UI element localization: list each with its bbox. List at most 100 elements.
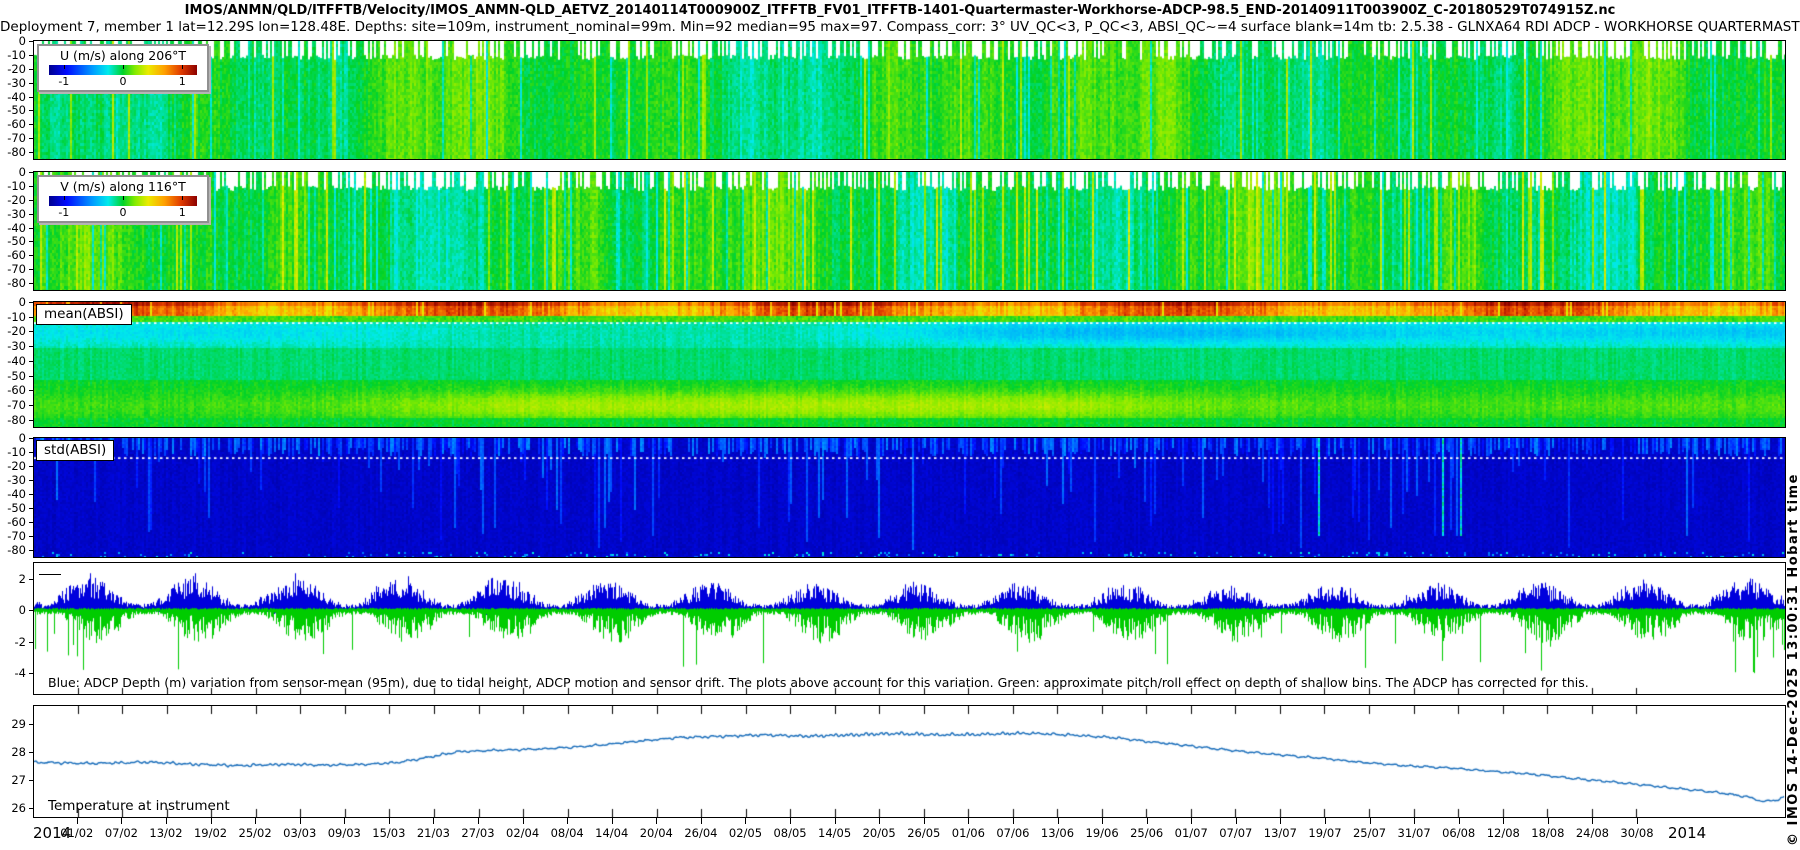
y-tick-mark [29, 438, 33, 439]
y-tick-mark [29, 390, 33, 391]
adcp-figure: IMOS/ANMN/QLD/ITFFTB/Velocity/IMOS_ANMN-… [0, 0, 1800, 850]
y-tick-mark [29, 480, 33, 481]
colorbar-tick-label: 1 [179, 206, 186, 219]
y-tick-label: -50 [0, 236, 26, 248]
x-tick-mark [656, 818, 657, 824]
mean-absi-heatmap-canvas [34, 302, 1785, 427]
temperature-canvas [34, 706, 1785, 817]
colorbar-tick-label: 0 [120, 206, 127, 219]
y-tick-mark [29, 241, 33, 242]
x-tick-mark [879, 818, 880, 824]
x-tick-mark [1058, 818, 1059, 824]
y-tick-label: -30 [0, 78, 26, 90]
v-velocity-heatmap-canvas [34, 172, 1785, 290]
x-tick-mark [1592, 818, 1593, 824]
y-tick-label: -60 [0, 385, 26, 397]
std-absi-heatmap-canvas [34, 438, 1785, 557]
y-tick-mark [29, 124, 33, 125]
watermark-prefix: © IMOS [1786, 781, 1800, 846]
y-tick-label: -80 [0, 147, 26, 159]
y-tick-mark [29, 610, 33, 611]
y-tick-label: 0 [0, 297, 26, 309]
u-velocity-legend: U (m/s) along 206°T -1 0 1 [37, 44, 209, 92]
y-tick-label: -60 [0, 250, 26, 262]
x-tick-mark [344, 818, 345, 824]
y-tick-mark [29, 522, 33, 523]
y-tick-label: -40 [0, 356, 26, 368]
y-tick-label: -70 [0, 264, 26, 276]
y-tick-mark [29, 152, 33, 153]
x-axis-year-right: 2014 [1668, 824, 1706, 842]
colorbar-tick-label: -1 [58, 75, 69, 88]
colorbar-tick-label: -1 [58, 206, 69, 219]
panel-mean-absi: mean(ABSI) [33, 301, 1786, 428]
y-tick-mark [29, 752, 33, 753]
x-tick-mark [166, 818, 167, 824]
x-tick-mark [1280, 818, 1281, 824]
y-tick-mark [29, 55, 33, 56]
y-tick-label: -50 [0, 503, 26, 515]
y-tick-label: -40 [0, 489, 26, 501]
y-tick-mark [29, 642, 33, 643]
y-tick-label: -50 [0, 371, 26, 383]
mean-absi-label: mean(ABSI) [36, 304, 132, 325]
colorbar-tick-label: 0 [120, 75, 127, 88]
y-tick-label: 28 [0, 747, 26, 759]
y-tick-label: 29 [0, 719, 26, 731]
y-tick-label: -20 [0, 64, 26, 76]
x-tick-mark [478, 818, 479, 824]
y-tick-label: -80 [0, 545, 26, 557]
y-tick-mark [29, 579, 33, 580]
x-tick-mark [745, 818, 746, 824]
panel-depth-variation: Blue: ADCP Depth (m) variation from sens… [33, 562, 1786, 695]
y-tick-mark [29, 228, 33, 229]
v-legend-title: V (m/s) along 116°T [39, 179, 207, 195]
x-tick-mark [790, 818, 791, 824]
x-tick-mark [433, 818, 434, 824]
x-tick-mark [968, 818, 969, 824]
y-tick-label: 2 [0, 574, 26, 586]
y-tick-mark [29, 302, 33, 303]
colorbar-tick [123, 196, 124, 200]
imos-watermark: © IMOS 14-Dec-2025 13:00:31 Hobart time [1786, 473, 1800, 846]
y-tick-label: -60 [0, 517, 26, 529]
y-tick-mark [29, 97, 33, 98]
y-tick-mark [29, 255, 33, 256]
y-tick-label: -20 [0, 195, 26, 207]
x-tick-mark [1236, 818, 1237, 824]
x-tick-mark [255, 818, 256, 824]
y-tick-mark [29, 466, 33, 467]
y-tick-label: 0 [0, 36, 26, 48]
y-tick-label: -70 [0, 531, 26, 543]
panel-temperature: Temperature at instrument [33, 705, 1786, 818]
y-tick-label: -20 [0, 461, 26, 473]
depth-variation-caption: Blue: ADCP Depth (m) variation from sens… [48, 675, 1589, 690]
u-colorbar [49, 65, 197, 75]
x-tick-mark [1147, 818, 1148, 824]
x-tick-mark [1414, 818, 1415, 824]
figure-title: IMOS/ANMN/QLD/ITFFTB/Velocity/IMOS_ANMN-… [0, 3, 1800, 18]
y-tick-mark [29, 346, 33, 347]
watermark-datetime: 14-Dec-2025 13:00:31 Hobart time [1786, 473, 1800, 781]
colorbar-tick [64, 65, 65, 69]
y-tick-mark [29, 452, 33, 453]
u-velocity-heatmap-canvas [34, 41, 1785, 159]
x-tick-mark [300, 818, 301, 824]
y-tick-label: -30 [0, 209, 26, 221]
x-tick-mark [835, 818, 836, 824]
y-tick-mark [29, 41, 33, 42]
colorbar-tick [123, 65, 124, 69]
y-tick-mark [29, 317, 33, 318]
y-tick-mark [29, 83, 33, 84]
panel-u-velocity: U (m/s) along 206°T -1 0 1 [33, 40, 1786, 160]
y-tick-label: 0 [0, 433, 26, 445]
y-tick-mark [29, 214, 33, 215]
v-colorbar [49, 196, 197, 206]
y-tick-mark [29, 361, 33, 362]
y-tick-mark [29, 536, 33, 537]
x-tick-mark [924, 818, 925, 824]
y-tick-label: -10 [0, 312, 26, 324]
x-tick-mark [211, 818, 212, 824]
x-tick-mark [1503, 818, 1504, 824]
y-tick-mark [29, 780, 33, 781]
